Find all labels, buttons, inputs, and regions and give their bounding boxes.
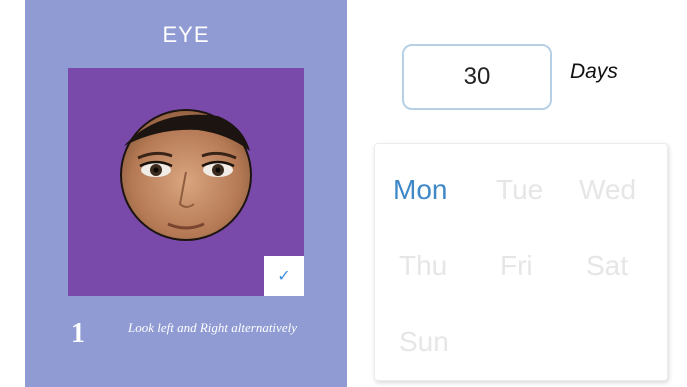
exercise-card: EYE ✓ 1 Look left and Right alternativel…	[25, 0, 347, 387]
completed-checkbox[interactable]: ✓	[264, 256, 304, 296]
weekday-sat[interactable]: Sat	[586, 250, 628, 282]
weekday-thu[interactable]: Thu	[399, 250, 447, 282]
days-input[interactable]	[402, 44, 552, 110]
days-label: Days	[570, 60, 618, 83]
weekday-mon[interactable]: Mon	[393, 174, 447, 206]
exercise-preview: ✓	[68, 68, 304, 296]
weekday-selector: Mon Tue Wed Thu Fri Sat Sun	[374, 143, 668, 381]
step-instruction: Look left and Right alternatively	[128, 320, 297, 335]
weekday-tue[interactable]: Tue	[496, 174, 543, 206]
weekday-fri[interactable]: Fri	[500, 250, 533, 282]
exercise-title: EYE	[162, 22, 210, 47]
checkmark-icon: ✓	[277, 266, 291, 285]
weekday-wed[interactable]: Wed	[579, 174, 636, 206]
weekday-sun[interactable]: Sun	[399, 326, 449, 358]
face-illustration	[120, 109, 252, 241]
step-number: 1	[71, 318, 85, 349]
